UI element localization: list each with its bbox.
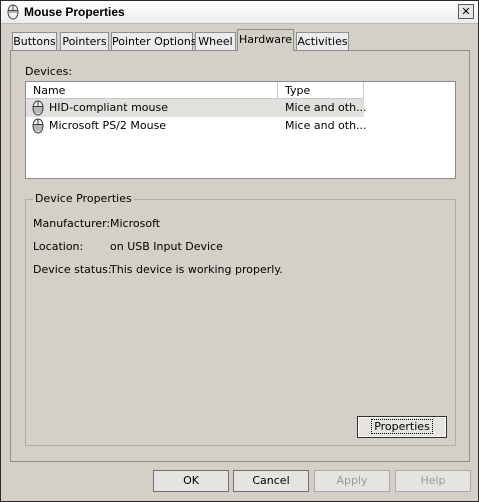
apply-button[interactable]: Apply	[314, 470, 390, 492]
tab-wheel[interactable]: Wheel	[195, 32, 236, 50]
close-button[interactable]: ✕	[458, 4, 474, 19]
close-icon: ✕	[461, 5, 471, 18]
device-name: Microsoft PS/2 Mouse	[49, 119, 167, 132]
tab-label: Wheel	[198, 35, 233, 48]
column-header-type[interactable]: Type	[278, 82, 364, 99]
mouse-icon	[32, 100, 44, 116]
device-status-label: Device status:	[33, 263, 112, 276]
location-label: Location:	[33, 240, 84, 253]
column-header-name[interactable]: Name	[26, 82, 278, 99]
group-title: Device Properties	[33, 192, 134, 205]
tab-activities[interactable]: Activities	[296, 32, 349, 50]
hardware-tab-panel: Devices: Name Type HID-compliant mouse M…	[10, 50, 470, 462]
apply-button-label: Apply	[336, 474, 368, 487]
manufacturer-value: Microsoft	[110, 217, 161, 230]
ok-button[interactable]: OK	[153, 470, 229, 492]
device-type: Mice and oth...	[285, 119, 367, 132]
help-button[interactable]: Help	[395, 470, 471, 492]
properties-button[interactable]: Properties	[357, 416, 447, 438]
mouse-icon	[32, 118, 44, 134]
tab-label: Activities	[297, 35, 348, 48]
tab-label: Pointer Options	[112, 35, 197, 48]
cancel-button-label: Cancel	[252, 474, 290, 487]
devices-list[interactable]: Name Type HID-compliant mouse Mice and o…	[25, 81, 456, 179]
tab-buttons[interactable]: Buttons	[12, 32, 57, 50]
tab-label: Hardware	[238, 33, 293, 46]
device-properties-group: Device Properties Manufacturer: Microsof…	[25, 192, 456, 446]
column-type-label: Type	[285, 84, 311, 97]
help-button-label: Help	[420, 474, 446, 487]
tab-hardware[interactable]: Hardware	[237, 29, 294, 51]
properties-button-label: Properties	[371, 419, 433, 434]
ok-button-label: OK	[183, 474, 199, 487]
title-bar[interactable]: Mouse Properties ✕	[1, 1, 478, 24]
list-item[interactable]: Microsoft PS/2 Mouse Mice and oth...	[26, 117, 367, 135]
device-name: HID-compliant mouse	[49, 101, 168, 114]
window-title: Mouse Properties	[24, 5, 125, 19]
cancel-button[interactable]: Cancel	[233, 470, 309, 492]
device-status-value: This device is working properly.	[110, 263, 283, 276]
list-header: Name Type	[26, 82, 364, 99]
mouse-icon	[7, 4, 19, 20]
manufacturer-label: Manufacturer:	[33, 217, 111, 230]
column-name-label: Name	[33, 84, 66, 97]
device-type: Mice and oth...	[285, 101, 367, 114]
tab-label: Buttons	[13, 35, 56, 48]
tab-pointer-options[interactable]: Pointer Options	[111, 32, 197, 50]
mouse-properties-dialog: Mouse Properties ✕ Buttons Pointers Poin…	[0, 0, 479, 502]
devices-label: Devices:	[25, 65, 73, 78]
tab-pointers[interactable]: Pointers	[60, 32, 109, 50]
list-item[interactable]: HID-compliant mouse Mice and oth...	[26, 99, 367, 117]
tab-label: Pointers	[62, 35, 107, 48]
location-value: on USB Input Device	[110, 240, 223, 253]
